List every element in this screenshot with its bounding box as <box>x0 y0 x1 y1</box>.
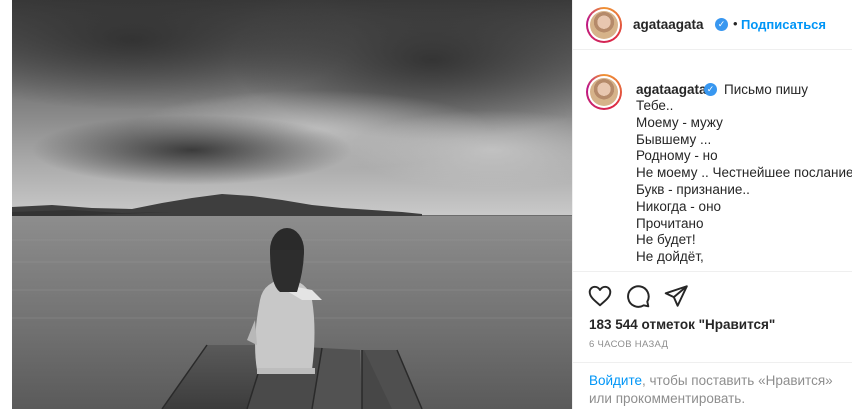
post-header: agataagata ✓ • Подписаться <box>573 0 852 50</box>
divider <box>573 362 852 363</box>
post-caption: agataagata ✓ Письмо пишу Тебе.. Моему - … <box>573 64 852 272</box>
comment-icon[interactable] <box>625 283 651 309</box>
post-timestamp[interactable]: 6 ЧАСОВ НАЗАД <box>589 339 668 350</box>
caption-line: Прочитано <box>636 215 704 231</box>
follow-button[interactable]: Подписаться <box>741 17 826 32</box>
paper-plane-icon[interactable] <box>663 283 689 309</box>
likes-count[interactable]: 183 544 отметок "Нравится" <box>589 317 775 332</box>
caption-line: Родному - но <box>636 148 718 164</box>
caption-line: Букв - признание.. <box>636 181 750 197</box>
post-photo-image <box>12 0 572 409</box>
caption-line: Никогда - оно <box>636 198 722 214</box>
verified-badge-icon: ✓ <box>715 18 728 31</box>
caption-line: Не моему .. Честнейшее послание <box>636 165 852 181</box>
caption-first-line: Письмо пишу <box>724 82 808 97</box>
caption-line: Бывшему ... <box>636 131 712 147</box>
avatar[interactable] <box>586 7 622 43</box>
username-link[interactable]: agataagata <box>633 17 704 32</box>
login-prompt: Войдите, чтобы поставить «Нравится» или … <box>589 372 851 408</box>
caption-username-link[interactable]: agataagata <box>636 82 707 97</box>
caption-avatar[interactable] <box>586 74 622 110</box>
verified-badge-icon: ✓ <box>704 83 717 96</box>
caption-line: Не дойдёт, <box>636 249 704 265</box>
login-link[interactable]: Войдите <box>589 373 642 388</box>
post-photo[interactable] <box>12 0 572 409</box>
caption-line: Тебе.. <box>636 98 674 113</box>
caption-text: Тебе.. Моему - мужу Бывшему ... Родному … <box>636 98 852 266</box>
instagram-post: agataagata ✓ • Подписаться agataagata ✓ … <box>0 0 852 409</box>
caption-line: Моему - мужу <box>636 114 723 130</box>
post-side-panel: agataagata ✓ • Подписаться agataagata ✓ … <box>572 0 852 409</box>
caption-line: Не будет! <box>636 232 696 248</box>
heart-icon[interactable] <box>587 283 613 309</box>
divider <box>573 271 852 272</box>
separator-dot: • <box>733 16 738 31</box>
